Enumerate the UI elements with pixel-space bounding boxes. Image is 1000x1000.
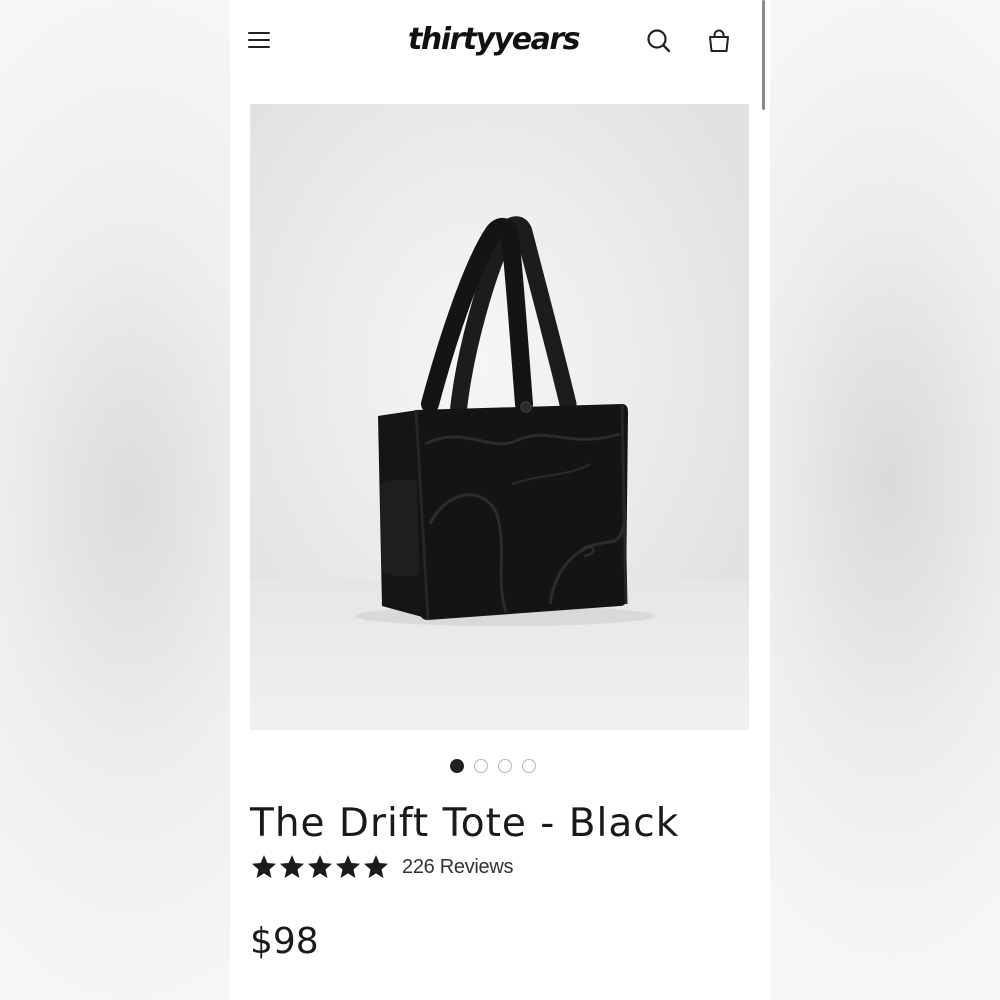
rating-stars [250,853,390,881]
hamburger-menu-icon [248,32,270,34]
star-icon [251,855,277,878]
gallery-dot-4[interactable] [522,759,536,773]
page-scrollbar[interactable] [762,0,765,110]
cart-button[interactable] [704,26,734,56]
gallery-dot-3[interactable] [498,759,512,773]
gallery-dot-1[interactable] [450,759,464,773]
search-button[interactable] [644,26,674,56]
mobile-page: thirtyyears The Drift Tote - Black 226 R… [230,0,770,1000]
gallery-pagination [450,759,536,777]
reviews-link[interactable]: 226 Reviews [402,856,514,879]
product-image[interactable] [250,104,749,730]
menu-button[interactable] [246,28,272,52]
screen-background: thirtyyears The Drift Tote - Black 226 R… [0,0,1000,1000]
product-price: $98 [250,921,319,962]
site-header: thirtyyears [230,0,770,82]
gallery-dot-2[interactable] [474,759,488,773]
star-icon [279,855,305,878]
tote-bag-image [355,216,655,626]
brand-logo[interactable]: thirtyyears [408,20,580,60]
search-icon [647,29,671,53]
product-rating: 226 Reviews [250,850,514,884]
star-icon [363,855,389,878]
product-title: The Drift Tote - Black [250,801,680,846]
shopping-bag-icon [709,29,729,52]
star-icon [307,855,333,878]
star-icon [335,855,361,878]
